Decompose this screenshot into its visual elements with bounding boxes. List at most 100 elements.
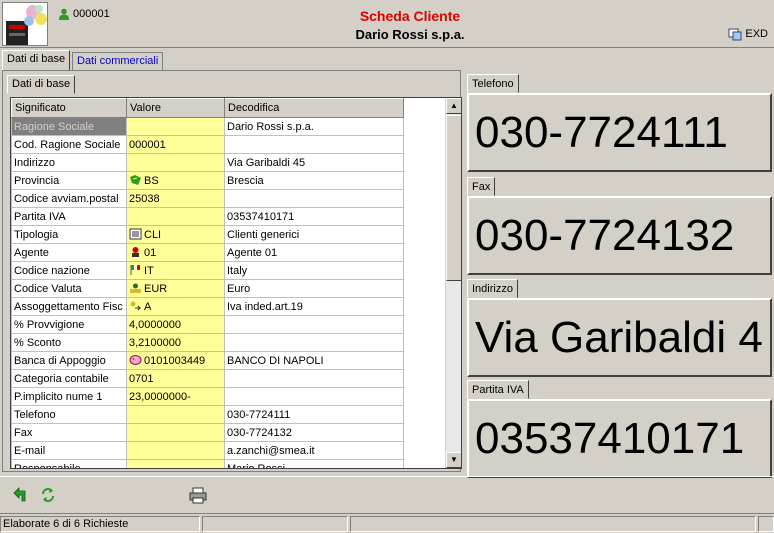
cell-significato[interactable]: Categoria contabile bbox=[11, 369, 127, 388]
cell-valore[interactable]: EUR bbox=[126, 279, 225, 298]
cell-decodifica: Italy bbox=[224, 261, 404, 280]
cell-valore[interactable]: 000001 bbox=[126, 135, 225, 154]
cell-decodifica: Agente 01 bbox=[224, 243, 404, 262]
cell-significato[interactable]: Responsabile bbox=[11, 459, 127, 468]
cell-significato[interactable]: Agente bbox=[11, 243, 127, 262]
cell-significato[interactable]: Fax bbox=[11, 423, 127, 442]
cell-valore[interactable] bbox=[126, 153, 225, 172]
scroll-up-button[interactable]: ▲ bbox=[446, 98, 461, 114]
cell-valore[interactable]: IT bbox=[126, 261, 225, 280]
cell-significato[interactable]: P.implicito nume 1 bbox=[11, 387, 127, 406]
table-row[interactable]: Codice avviam.postal 25038 bbox=[11, 189, 404, 208]
table-row[interactable]: % Provvigione 4,0000000 bbox=[11, 315, 404, 334]
cell-valore-text: 01 bbox=[144, 247, 157, 259]
cell-valore[interactable]: BS bbox=[126, 171, 225, 190]
cell-significato[interactable]: Codice Valuta bbox=[11, 279, 127, 298]
cell-valore[interactable] bbox=[126, 117, 225, 136]
cell-valore-text: 0101003449 bbox=[144, 355, 206, 367]
cell-valore[interactable]: 25038 bbox=[126, 189, 225, 208]
cell-significato[interactable]: Indirizzo bbox=[11, 153, 127, 172]
cell-valore[interactable]: 23,0000000- bbox=[126, 387, 225, 406]
summary-panel: Telefono 030-7724111 Fax 030-7724132 Ind… bbox=[464, 70, 774, 478]
subtab-dati-di-base[interactable]: Dati di base bbox=[7, 75, 76, 94]
table-row[interactable]: Indirizzo Via Garibaldi 45 bbox=[11, 153, 404, 172]
table-row[interactable]: Banca di Appoggio 0101003449 BANCO DI NAPO… bbox=[11, 351, 404, 370]
cell-valore-text: CLI bbox=[144, 229, 162, 241]
table-row[interactable]: Codice nazione IT Italy bbox=[11, 261, 404, 280]
table-row[interactable]: E-mail a.zanchi@smea.it bbox=[11, 441, 404, 460]
base-data-panel: Dati di base Significato Valore Decodifi… bbox=[2, 70, 462, 472]
status-message: Elaborate 6 di 6 Richieste bbox=[0, 516, 200, 532]
table-row[interactable]: Ragione Sociale Dario Rossi s.p.a. bbox=[11, 117, 404, 136]
bottom-toolbar bbox=[0, 476, 774, 514]
indirizzo-label: Indirizzo bbox=[467, 279, 518, 298]
cell-significato[interactable]: Banca di Appoggio bbox=[11, 351, 127, 370]
partita-iva-display: 03537410171 bbox=[467, 399, 772, 478]
cell-significato[interactable]: Partita IVA bbox=[11, 207, 127, 226]
cell-significato[interactable]: Ragione Sociale bbox=[11, 117, 127, 136]
cell-valore[interactable]: CLI bbox=[126, 225, 225, 244]
cell-valore[interactable]: 0701 bbox=[126, 369, 225, 388]
cell-significato[interactable]: Assoggettamento Fisc bbox=[11, 297, 127, 316]
table-row[interactable]: Provincia BS Brescia bbox=[11, 171, 404, 190]
cell-valore[interactable]: 0101003449 bbox=[126, 351, 225, 370]
cell-significato[interactable]: Telefono bbox=[11, 405, 127, 424]
table-row[interactable]: Fax 030-7724132 bbox=[11, 423, 404, 442]
cell-significato[interactable]: E-mail bbox=[11, 441, 127, 460]
back-button[interactable] bbox=[10, 485, 30, 505]
cell-significato[interactable]: Provincia bbox=[11, 171, 127, 190]
cell-valore[interactable] bbox=[126, 405, 225, 424]
table-row[interactable]: Categoria contabile 0701 bbox=[11, 369, 404, 388]
cell-valore[interactable] bbox=[126, 441, 225, 460]
cell-decodifica: Clienti generici bbox=[224, 225, 404, 244]
cell-valore-text: A bbox=[144, 301, 152, 313]
column-header-significato[interactable]: Significato bbox=[11, 98, 127, 118]
cell-significato[interactable]: Cod. Ragione Sociale bbox=[11, 135, 127, 154]
cell-valore[interactable]: A bbox=[126, 297, 225, 316]
table-row[interactable]: Telefono 030-7724111 bbox=[11, 405, 404, 424]
cell-valore[interactable] bbox=[126, 459, 225, 468]
cell-valore[interactable] bbox=[126, 207, 225, 226]
cell-valore-text: 23,0000000- bbox=[129, 390, 191, 403]
cell-significato[interactable]: Tipologia bbox=[11, 225, 127, 244]
cell-valore[interactable]: 3,2100000 bbox=[126, 333, 225, 352]
exd-icon bbox=[728, 28, 742, 41]
cell-decodifica bbox=[224, 135, 404, 154]
cell-significato[interactable]: % Provvigione bbox=[11, 315, 127, 334]
table-row[interactable]: Cod. Ragione Sociale 000001 bbox=[11, 135, 404, 154]
scroll-thumb[interactable] bbox=[446, 115, 461, 281]
cell-valore-text: EUR bbox=[144, 283, 168, 295]
scroll-down-button[interactable]: ▼ bbox=[446, 452, 461, 468]
table-row[interactable]: Assoggettamento Fisc A Iva inded.art.19 bbox=[11, 297, 404, 316]
cell-significato[interactable]: Codice nazione bbox=[11, 261, 127, 280]
cell-valore[interactable] bbox=[126, 423, 225, 442]
refresh-button[interactable] bbox=[38, 485, 58, 505]
cell-valore[interactable]: 4,0000000 bbox=[126, 315, 225, 334]
cell-decodifica bbox=[224, 387, 404, 406]
table-row[interactable]: Tipologia CLI Clienti generici bbox=[11, 225, 404, 244]
cell-decodifica bbox=[224, 315, 404, 334]
cell-decodifica: a.zanchi@smea.it bbox=[224, 441, 404, 460]
table-row[interactable]: P.implicito nume 1 23,0000000- bbox=[11, 387, 404, 406]
tab-dati-di-base[interactable]: Dati di base bbox=[2, 50, 71, 70]
cell-decodifica: 030-7724111 bbox=[224, 405, 404, 424]
table-row[interactable]: % Sconto 3,2100000 bbox=[11, 333, 404, 352]
cell-significato[interactable]: Codice avviam.postal bbox=[11, 189, 127, 208]
data-grid[interactable]: Significato Valore Decodifica Ragione So… bbox=[10, 97, 462, 469]
table-row[interactable]: Agente 01 Agente 01 bbox=[11, 243, 404, 262]
column-header-valore[interactable]: Valore bbox=[126, 98, 225, 118]
cell-significato[interactable]: % Sconto bbox=[11, 333, 127, 352]
cell-valore-text: 3,2100000 bbox=[129, 336, 181, 349]
table-row[interactable]: Partita IVA 03537410171 bbox=[11, 207, 404, 226]
print-button[interactable] bbox=[188, 485, 208, 505]
tab-dati-commerciali[interactable]: Dati commerciali bbox=[72, 52, 164, 70]
grid-scrollbar[interactable]: ▲ ▼ bbox=[445, 98, 461, 468]
exd-button[interactable]: EXD bbox=[728, 27, 768, 41]
cell-decodifica: Euro bbox=[224, 279, 404, 298]
table-row[interactable]: Responsabile Mario Rossi bbox=[11, 459, 404, 468]
cell-valore[interactable]: 01 bbox=[126, 243, 225, 262]
table-row[interactable]: Codice Valuta EUR Euro bbox=[11, 279, 404, 298]
status-bar: Elaborate 6 di 6 Richieste bbox=[0, 515, 774, 533]
column-header-decodifica[interactable]: Decodifica bbox=[224, 98, 404, 118]
cell-decodifica: Iva inded.art.19 bbox=[224, 297, 404, 316]
